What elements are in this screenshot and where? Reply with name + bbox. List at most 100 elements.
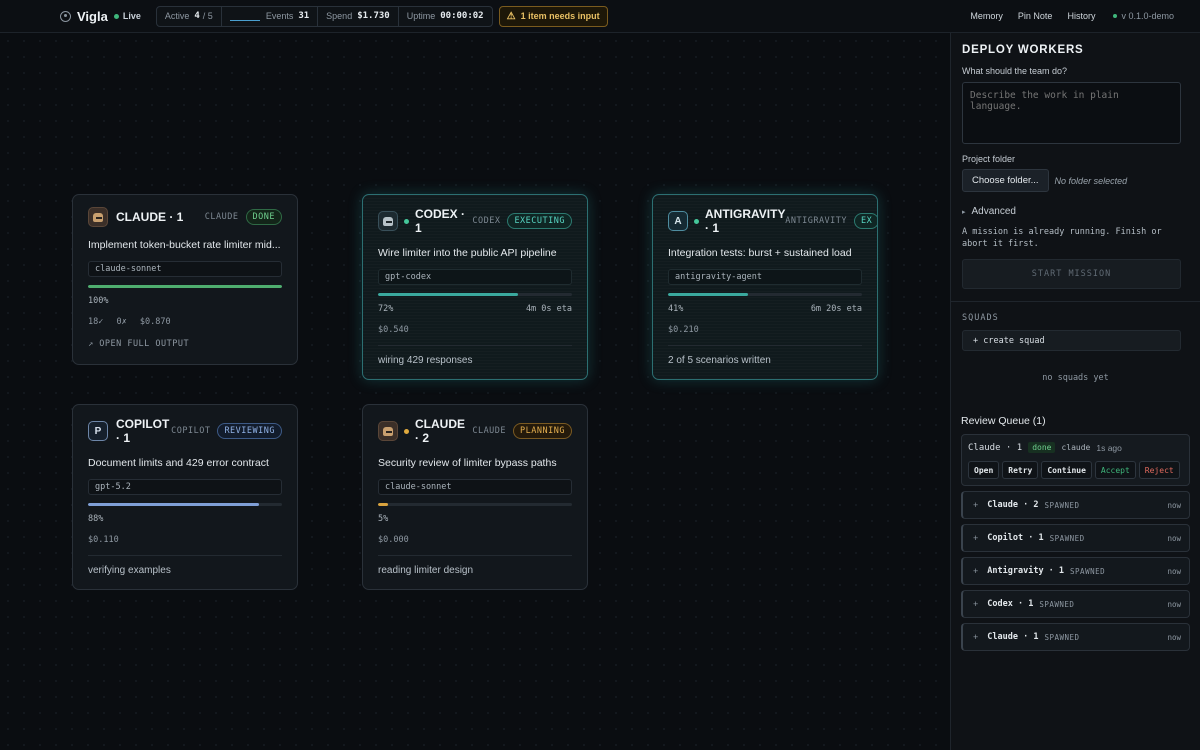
agent-cost: $0.870 [139, 317, 171, 327]
agent-name: CLAUDE · 2 [415, 417, 465, 445]
agent-activity-note: verifying examples [88, 555, 282, 576]
stat-active-total: / 5 [202, 11, 213, 21]
agent-task: Implement token-bucket rate limiter mid.… [88, 239, 281, 251]
spawn-event-row[interactable]: + Claude · 1 SPAWNED now [961, 623, 1190, 651]
agent-task: Security review of limiter bypass paths [378, 457, 557, 469]
events-sparkline [229, 11, 260, 21]
stat-events-value: 31 [298, 11, 310, 21]
review-status-badge: done [1028, 442, 1056, 453]
nav-pin-note[interactable]: Pin Note [1018, 11, 1053, 21]
stat-uptime-label: Uptime [406, 11, 436, 21]
spawn-time: now [1167, 599, 1181, 609]
agent-canvas[interactable]: CLAUDE · 1 CLAUDE DONE Implement token-b… [0, 33, 950, 750]
needs-input-alert[interactable]: ⚠ 1 item needs input [498, 5, 608, 27]
stat-active-value: 4 [194, 11, 200, 21]
folder-status: No folder selected [1054, 175, 1128, 186]
alert-text: 1 item needs input [520, 11, 600, 21]
progress-percent: 41% [668, 304, 684, 314]
spawn-event-row[interactable]: + Claude · 2 SPAWNED now [961, 491, 1190, 519]
status-badge: EXECUTING [507, 213, 572, 229]
chevron-right-icon: ▸ [962, 208, 966, 216]
mission-prompt-input[interactable] [962, 82, 1181, 144]
agent-kind: CLAUDE [472, 426, 507, 436]
spawn-time: now [1167, 533, 1181, 543]
spawn-tag: SPAWNED [1070, 566, 1106, 576]
top-nav: Memory Pin Note History v 0.1.0-demo [955, 11, 1174, 21]
model-label: claude-sonnet [378, 479, 572, 495]
agent-name: ANTIGRAVITY · 1 [705, 207, 786, 235]
squads-title: SQUADS [962, 313, 999, 323]
agent-card-codex-1[interactable]: CODEX · 1 CODEX EXECUTING Wire limiter i… [362, 194, 588, 380]
agent-activity-note: 2 of 5 scenarios written [668, 345, 862, 366]
spawn-agent-name: Copilot · 1 [987, 533, 1044, 543]
agent-task: Integration tests: burst + sustained loa… [668, 247, 852, 259]
reject-button[interactable]: Reject [1138, 461, 1180, 479]
progress-bar [88, 285, 282, 288]
review-agent-name: Claude · 1 [968, 442, 1023, 453]
nav-history[interactable]: History [1067, 11, 1095, 21]
open-full-output-link[interactable]: ↗ OPEN FULL OUTPUT [88, 339, 282, 349]
status-dot [404, 428, 409, 434]
version: v 0.1.0-demo [1113, 11, 1174, 21]
stat-spend-value: $1.730 [357, 11, 390, 21]
status-dot [694, 218, 699, 224]
review-queue-title: Review Queue (1) [961, 415, 1046, 427]
agent-cost: $0.110 [88, 535, 119, 545]
model-label: claude-sonnet [88, 261, 282, 277]
status-badge: EX [854, 213, 877, 229]
stat-events-label: Events [265, 11, 294, 21]
spawn-time: now [1167, 566, 1181, 576]
spawn-agent-name: Claude · 1 [987, 632, 1039, 642]
agent-card-copilot-1[interactable]: P COPILOT · 1 COPILOT REVIEWING Document… [72, 404, 298, 590]
brand[interactable]: Vigla Live [60, 9, 141, 24]
stat-active: Active 4 / 5 [157, 6, 222, 26]
choose-folder-button[interactable]: Choose folder... [962, 169, 1049, 192]
model-label: gpt-5.2 [88, 479, 282, 495]
expand-icon: + [973, 566, 979, 576]
stats-bar: Active 4 / 5 Events 31 Spend $1.730 Upti… [155, 5, 493, 27]
retry-button[interactable]: Retry [1002, 461, 1039, 479]
progress-bar [378, 293, 572, 296]
spawn-event-row[interactable]: + Antigravity · 1 SPAWNED now [961, 557, 1190, 585]
spawn-tag: SPAWNED [1044, 632, 1080, 642]
advanced-label: Advanced [971, 206, 1016, 217]
open-button[interactable]: Open [968, 461, 1000, 479]
model-label: antigravity-agent [668, 269, 862, 285]
agent-card-claude-2[interactable]: CLAUDE · 2 CLAUDE PLANNING Security revi… [362, 404, 588, 590]
review-agent-kind: claude [1061, 443, 1091, 452]
status-badge: DONE [245, 209, 282, 225]
stat-spend-label: Spend [326, 11, 353, 21]
create-squad-button[interactable]: + create squad [962, 330, 1181, 351]
review-queue-item[interactable]: Claude · 1 done claude 1s ago Open Retry… [961, 434, 1190, 486]
mission-running-note: A mission is already running. Finish or … [962, 227, 1162, 249]
agent-kind: ANTIGRAVITY [785, 216, 848, 226]
spawn-tag: SPAWNED [1049, 533, 1085, 543]
stat-spend: Spend $1.730 [318, 6, 399, 26]
progress-percent: 5% [378, 514, 389, 524]
agent-activity-note: wiring 429 responses [378, 345, 572, 366]
progress-fill [88, 503, 259, 506]
agent-cost: $0.540 [378, 325, 409, 335]
agent-card-claude-1[interactable]: CLAUDE · 1 CLAUDE DONE Implement token-b… [72, 194, 298, 365]
nav-memory[interactable]: Memory [970, 11, 1003, 21]
expand-icon: + [973, 500, 979, 510]
no-squads-message: no squads yet [1042, 373, 1109, 383]
checks-passed: 18✓ [88, 317, 104, 327]
checks-failed: 0✗ [116, 317, 127, 327]
agent-task: Document limits and 429 error contract [88, 457, 269, 469]
prompt-label: What should the team do? [962, 66, 1068, 76]
live-status-dot [113, 13, 119, 19]
continue-button[interactable]: Continue [1041, 461, 1092, 479]
spawn-event-row[interactable]: + Codex · 1 SPAWNED now [961, 590, 1190, 618]
accept-button[interactable]: Accept [1094, 461, 1136, 479]
panel-title: DEPLOY WORKERS [962, 44, 1084, 56]
advanced-toggle[interactable]: ▸ Advanced [962, 206, 1189, 217]
codex-avatar-icon [378, 211, 398, 231]
agent-card-antigravity-1[interactable]: A ANTIGRAVITY · 1 ANTIGRAVITY EX Integra… [652, 194, 878, 380]
start-mission-button[interactable]: START MISSION [962, 259, 1181, 289]
stat-active-label: Active [164, 11, 190, 21]
agent-kind: CLAUDE [204, 212, 239, 222]
progress-bar [378, 503, 572, 506]
agent-kind: COPILOT [171, 426, 211, 436]
spawn-event-row[interactable]: + Copilot · 1 SPAWNED now [961, 524, 1190, 552]
